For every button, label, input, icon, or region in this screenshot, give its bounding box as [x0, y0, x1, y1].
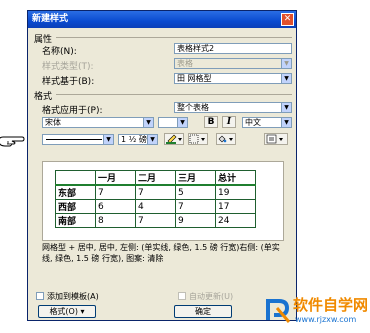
chevron-down-icon: ▼: [281, 59, 291, 68]
site-watermark: 软件自学网 www.rjzxw.com: [265, 292, 370, 333]
chevron-down-icon[interactable]: ▼: [143, 118, 153, 127]
based-on-value: 田 网格型: [177, 74, 212, 83]
based-on-select[interactable]: 田 网格型 ▼: [174, 73, 292, 84]
apply-to-label: 格式应用于(P):: [42, 106, 103, 116]
dialog-title: 新建样式: [32, 14, 69, 24]
table-cell: 7: [135, 184, 176, 200]
brand-name: 软件自学网: [293, 296, 369, 314]
table-cell: 总计: [215, 170, 256, 186]
table-cell: 17: [215, 199, 256, 214]
table-row: 南部 8 7 9 24: [55, 213, 256, 228]
table-cell: [55, 170, 96, 186]
table-row: 东部 7 7 5 19: [55, 184, 256, 200]
chevron-down-icon[interactable]: ▼: [281, 74, 291, 83]
language-select[interactable]: 中文 ▼: [242, 117, 292, 128]
apply-to-value: 整个表格: [177, 103, 209, 112]
preview-table: 一月 二月 三月 总计 东部 7 7 5 19 西部 6 4 7 17 南部 8…: [55, 170, 256, 228]
brand-logo-icon: [266, 299, 291, 323]
chevron-down-icon[interactable]: ▼: [281, 103, 291, 112]
name-input[interactable]: 表格样式2: [174, 43, 292, 54]
table-cell: 7: [95, 184, 136, 200]
chevron-down-icon[interactable]: ▼: [103, 135, 113, 144]
based-on-label: 样式基于(B):: [42, 77, 95, 87]
name-label: 名称(N):: [42, 47, 77, 57]
table-cell: 南部: [55, 213, 96, 228]
table-cell: 6: [95, 199, 136, 214]
table-cell: 24: [215, 213, 256, 228]
auto-update-label: 自动更新(U): [189, 292, 234, 301]
table-cell: 7: [175, 199, 216, 214]
chevron-down-icon[interactable]: ▼: [147, 135, 157, 144]
table-row: 一月 二月 三月 总计: [55, 170, 256, 186]
format-divider: [56, 94, 292, 95]
bold-button[interactable]: B: [204, 116, 218, 128]
table-row: 西部 6 4 7 17: [55, 199, 256, 214]
table-cell: 西部: [55, 199, 96, 214]
style-preview: 一月 二月 三月 总计 东部 7 7 5 19 西部 6 4 7 17 南部 8…: [42, 161, 284, 241]
border-grid-icon: [189, 134, 205, 144]
apply-to-select[interactable]: 整个表格 ▼: [174, 102, 292, 113]
line-width-value: 1 ½ 磅: [121, 135, 147, 144]
style-type-label: 样式类型(T):: [42, 62, 94, 72]
italic-button[interactable]: I: [222, 116, 236, 128]
font-value: 宋体: [45, 118, 61, 127]
table-cell: 4: [135, 199, 176, 214]
line-style-select[interactable]: ▼: [42, 134, 114, 145]
border-color-button[interactable]: [164, 133, 184, 145]
chevron-down-icon[interactable]: ▼: [177, 118, 187, 127]
add-to-template-label: 添加到模板(A): [47, 292, 99, 301]
line-width-select[interactable]: 1 ½ 磅 ▼: [118, 134, 158, 145]
table-cell: 7: [135, 213, 176, 228]
ok-button[interactable]: 确定: [174, 305, 232, 318]
style-type-value: 表格: [177, 59, 193, 68]
table-cell: 二月: [135, 170, 176, 186]
table-cell: 一月: [95, 170, 136, 186]
table-cell: 三月: [175, 170, 216, 186]
shading-button[interactable]: [216, 133, 236, 145]
align-button[interactable]: [264, 133, 288, 145]
properties-divider: [56, 37, 292, 38]
pointing-hand-icon: [0, 136, 25, 147]
format-menu-button[interactable]: 格式(O) ▾: [38, 305, 96, 318]
font-size-select[interactable]: ▼: [158, 117, 188, 128]
format-group-label: 格式: [34, 92, 53, 102]
auto-update-checkbox: [178, 292, 186, 300]
table-cell: 9: [175, 213, 216, 228]
chevron-down-icon[interactable]: ▼: [281, 118, 291, 127]
paint-bucket-icon: [218, 135, 233, 143]
close-icon[interactable]: ✕: [281, 13, 294, 26]
language-value: 中文: [245, 118, 261, 127]
new-style-dialog: 新建样式 ✕ 属性 名称(N): 表格样式2 样式类型(T): 表格 ▼ 样式基…: [27, 10, 297, 321]
table-cell: 19: [215, 184, 256, 200]
table-cell: 8: [95, 213, 136, 228]
add-to-template-checkbox[interactable]: [36, 292, 44, 300]
dialog-titlebar: 新建样式 ✕: [28, 11, 296, 28]
brand-url: www.rjzxw.com: [295, 315, 357, 324]
style-description: 网格型 + 居中, 居中, 左侧: (单实线, 绿色, 1.5 磅 行宽)右侧:…: [42, 243, 280, 263]
align-center-icon: [266, 134, 283, 144]
line-style-sample: [46, 139, 102, 140]
table-cell: 5: [175, 184, 216, 200]
name-input-value: 表格样式2: [177, 44, 215, 53]
font-select[interactable]: 宋体 ▼: [42, 117, 154, 128]
table-cell: 东部: [55, 184, 96, 200]
borders-button[interactable]: [188, 133, 208, 145]
style-type-select: 表格 ▼: [174, 58, 292, 69]
pen-icon: [166, 134, 182, 144]
